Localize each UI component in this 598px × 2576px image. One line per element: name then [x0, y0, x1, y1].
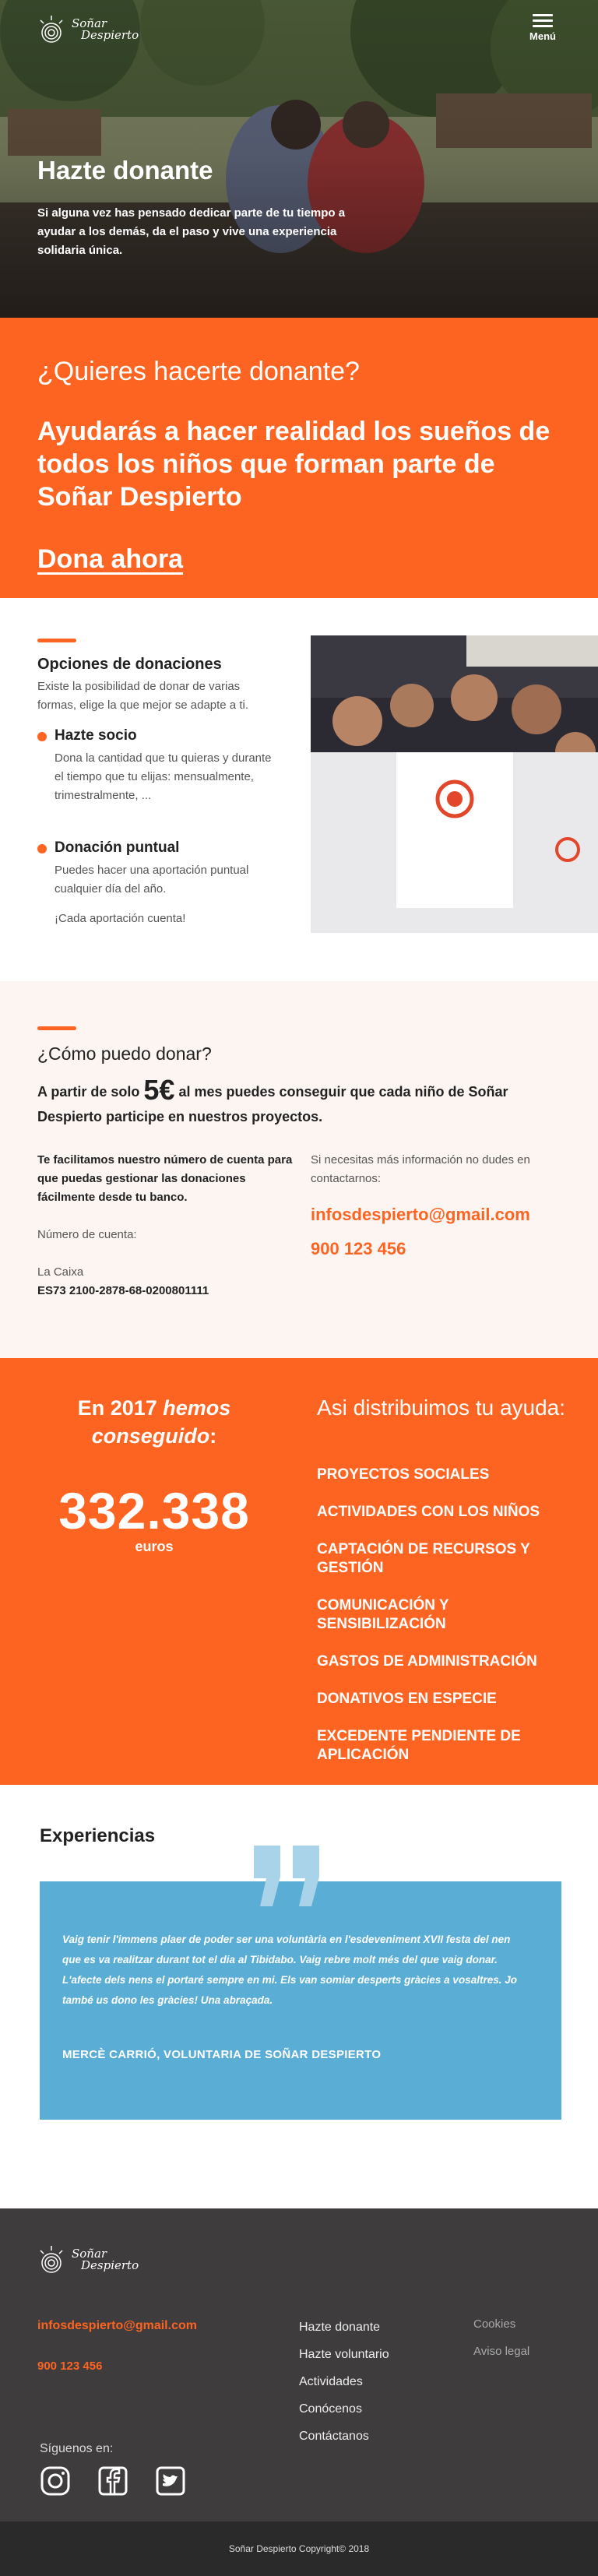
hero-title: Hazte donante [37, 156, 213, 185]
option-text: Dona la cantidad que tu quieras y durant… [55, 751, 272, 802]
account-intro: Te facilitamos nuestro número de cuenta … [37, 1153, 293, 1204]
menu-button[interactable]: Menú [523, 14, 562, 42]
distribution-item: PROYECTOS SOCIALES [317, 1466, 490, 1483]
facebook-icon[interactable] [97, 2465, 128, 2497]
account-label: Número de cuenta: [37, 1228, 137, 1241]
hamburger-icon [533, 14, 553, 16]
logo-icon [40, 16, 63, 43]
donation-options-section: Opciones de donaciones Existe la posibil… [0, 598, 598, 981]
site-footer: Soñar Despierto infosdespierto@gmail.com… [0, 2208, 598, 2521]
amount-raised: 332.338 [58, 1482, 250, 1540]
stats-section: En 2017 hemos conseguido: 332.338 euros … [0, 1358, 598, 1785]
distribution-list: PROYECTOS SOCIALES ACTIVIDADES CON LOS N… [317, 1466, 566, 1783]
year-heading: En 2017 hemos conseguido: [37, 1394, 271, 1450]
logo-icon [40, 2246, 63, 2273]
option-title: Hazte socio [55, 727, 137, 744]
bullet-icon [37, 732, 47, 741]
section-accent-bar [37, 639, 76, 642]
options-closing: ¡Cada aportación cuenta! [55, 912, 186, 925]
footer-phone-link[interactable]: 900 123 456 [37, 2360, 102, 2373]
menu-label: Menú [529, 30, 556, 42]
footer-nav-item[interactable]: Conócenos [299, 2402, 389, 2416]
contact-email-link[interactable]: infosdespierto@gmail.com [311, 1205, 568, 1224]
footer-nav-item[interactable]: Hazte donante [299, 2321, 389, 2335]
distribution-item: ACTIVIDADES CON LOS NIÑOS [317, 1504, 540, 1520]
footer-nav-item[interactable]: Hazte voluntario [299, 2348, 389, 2362]
distribution-item: DONATIVOS EN ESPECIE [317, 1691, 497, 1707]
distribution-item: GASTOS DE ADMINISTRACIÓN [317, 1653, 537, 1670]
cookies-link[interactable]: Cookies [473, 2317, 529, 2331]
amount-unit: euros [135, 1539, 174, 1554]
footer-nav-item[interactable]: Actividades [299, 2375, 389, 2389]
option-item-puntual: Donación puntual Puedes hacer una aporta… [37, 839, 279, 928]
instagram-icon[interactable] [40, 2465, 71, 2497]
how-lead: A partir de solo 5€ al mes puedes conseg… [37, 1076, 536, 1129]
footer-nav: Hazte donante Hazte voluntario Actividad… [299, 2321, 389, 2457]
lead-prefix: A partir de solo [37, 1084, 140, 1100]
logo-line-2: Despierto [81, 2258, 139, 2272]
distribution-title: Asi distribuimos tu ayuda: [317, 1395, 566, 1420]
bank-name: La Caixa [37, 1265, 84, 1279]
experiences-title: Experiencias [40, 1825, 156, 1846]
how-to-donate-section: ¿Cómo puedo donar? A partir de solo 5€ a… [0, 981, 598, 1358]
footer-nav-item[interactable]: Contáctanos [299, 2430, 389, 2444]
social-links [40, 2465, 186, 2497]
volunteers-photo [311, 635, 598, 933]
contact-phone-link[interactable]: 900 123 456 [311, 1240, 568, 1258]
follow-label: Síguenos en: [40, 2442, 114, 2455]
hamburger-icon-bar [533, 25, 553, 27]
options-title: Opciones de donaciones [37, 656, 222, 673]
volunteers-photo-image [311, 635, 598, 933]
testimonial-author: MERCÈ CARRIÓ, VOLUNTARIA DE SOÑAR DESPIE… [62, 2048, 382, 2061]
hero-section: Soñar Despierto Menú Hazte donante Si al… [0, 0, 598, 318]
distribution-item: EXCEDENTE PENDIENTE DE APLICACIÓN [317, 1728, 521, 1763]
how-title: ¿Cómo puedo donar? [37, 1043, 212, 1064]
site-logo[interactable]: Soñar Despierto [36, 14, 139, 45]
lead-amount: 5€ [143, 1074, 175, 1106]
options-intro: Existe la posibilidad de donar de varias… [37, 680, 248, 712]
option-text: Puedes hacer una aportación puntual cual… [55, 864, 249, 896]
footer-logo[interactable]: Soñar Despierto [36, 2244, 139, 2275]
year-suffix: : [209, 1424, 217, 1448]
experiences-section: Experiencias Vaig tenir l'immens plaer d… [0, 1785, 598, 2208]
footer-email-link[interactable]: infosdespierto@gmail.com [37, 2319, 197, 2333]
copyright-bar: Soñar Despierto Copyright© 2018 [0, 2521, 598, 2576]
donate-now-link[interactable]: Dona ahora [37, 544, 183, 574]
contact-info: Si necesitas más información no dudes en… [311, 1151, 568, 1258]
year-prefix: En 2017 [77, 1396, 157, 1420]
option-title: Donación puntual [55, 839, 180, 856]
distribution-item: CAPTACIÓN DE RECURSOS Y GESTIÓN [317, 1541, 530, 1576]
hamburger-icon-bar [533, 19, 553, 22]
footer-legal: Cookies Aviso legal [473, 2317, 529, 2372]
legal-notice-link[interactable]: Aviso legal [473, 2345, 529, 2358]
bank-account-info: Te facilitamos nuestro número de cuenta … [37, 1151, 294, 1300]
section-accent-bar [37, 1026, 76, 1030]
bullet-icon [37, 844, 47, 853]
donate-cta-section: ¿Quieres hacerte donante? Ayudarás a hac… [0, 318, 598, 598]
cta-question: ¿Quieres hacerte donante? [37, 357, 360, 386]
option-item-socio: Hazte socio Dona la cantidad que tu quie… [37, 727, 279, 805]
hero-text: Si alguna vez has pensado dedicar parte … [37, 206, 346, 257]
logo-line-2: Despierto [81, 28, 139, 42]
iban: ES73 2100-2878-68-0200801111 [37, 1284, 209, 1297]
quote-icon [254, 1846, 319, 1906]
testimonial-quote: Vaig tenir l'immens plaer de poder ser u… [62, 1934, 517, 2006]
distribution-item: COMUNICACIÓN Y SENSIBILIZACIÓN [317, 1597, 449, 1632]
twitter-icon[interactable] [155, 2465, 186, 2497]
cta-statement: Ayudarás a hacer realidad los sueños de … [37, 417, 551, 512]
contact-intro: Si necesitas más información no dudes en… [311, 1153, 530, 1185]
